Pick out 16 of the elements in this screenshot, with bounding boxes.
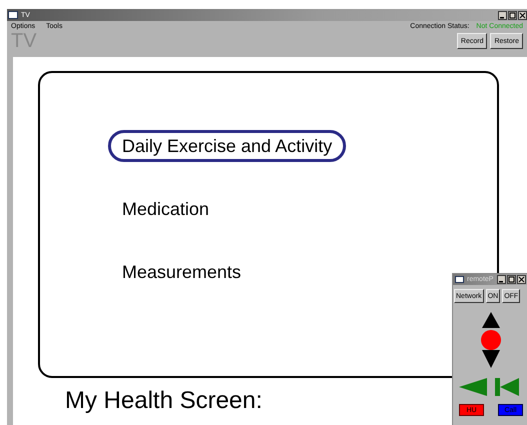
maximize-icon[interactable] [508, 10, 517, 20]
screen-label: My Health Screen: [65, 387, 262, 415]
menu-option[interactable]: Daily Exercise and Activity [108, 130, 346, 162]
maximize-icon[interactable] [507, 275, 516, 284]
close-icon[interactable] [518, 10, 527, 20]
up-arrow-icon[interactable] [482, 312, 500, 328]
skip-back-icon[interactable] [495, 378, 519, 396]
menu-option[interactable]: Medication [108, 193, 224, 225]
window-icon [455, 276, 464, 283]
down-arrow-icon[interactable] [482, 350, 500, 368]
minimize-icon[interactable] [497, 275, 506, 284]
back-arrow-icon[interactable] [459, 378, 487, 396]
window-icon [8, 11, 18, 19]
minimize-icon[interactable] [498, 10, 507, 20]
menu-option[interactable]: Measurements [108, 256, 256, 288]
close-icon[interactable] [517, 275, 526, 284]
